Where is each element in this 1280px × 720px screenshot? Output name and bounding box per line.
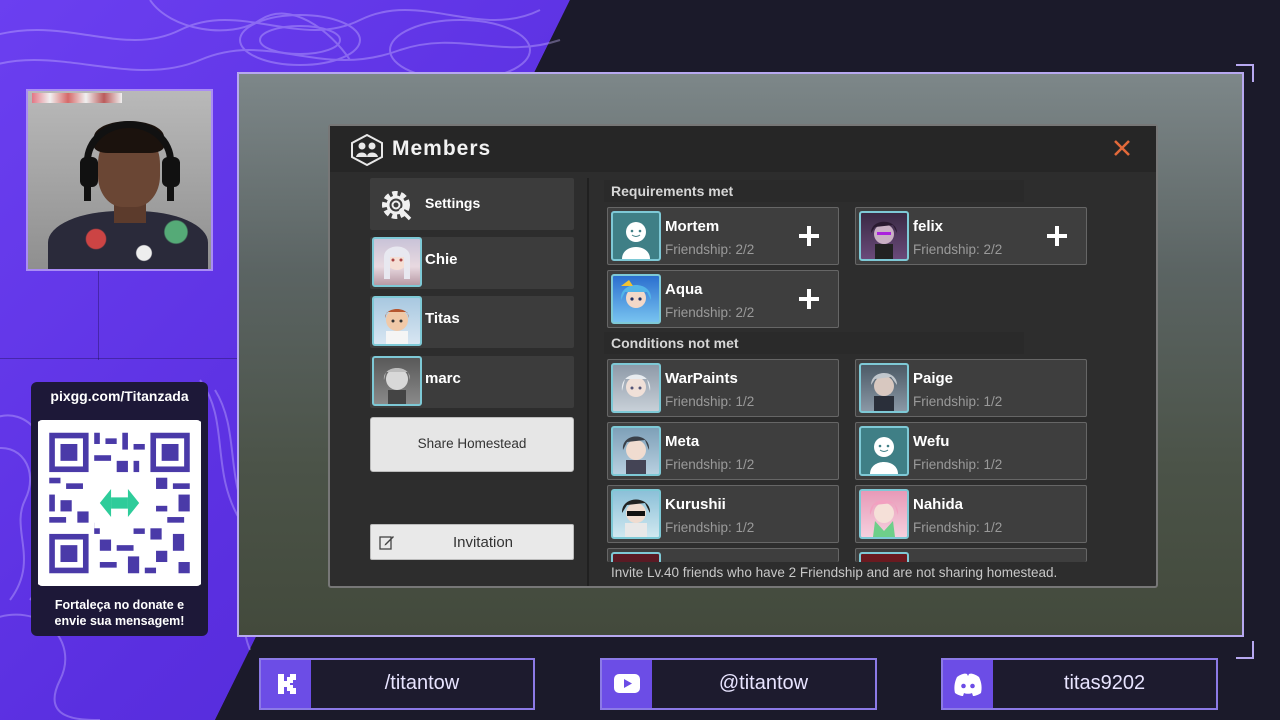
friendship-value: Friendship: 1/2: [665, 457, 755, 472]
friend-card-partial[interactable]: [855, 548, 1087, 562]
kick-handle: /titantow: [384, 672, 460, 694]
youtube-icon: [602, 660, 652, 708]
youtube-handle: @titantow: [718, 672, 809, 694]
kick-icon: [261, 660, 311, 708]
donation-qr-card: pixgg.com/Titanzada Fortaleça no donate …: [31, 382, 208, 636]
friendship-value: Friendship: 2/2: [665, 242, 755, 257]
friend-card-mortem[interactable]: Mortem Friendship: 2/2: [607, 207, 839, 265]
friend-card-paige[interactable]: Paige Friendship: 1/2: [855, 359, 1087, 417]
friendship-value: Friendship: 2/2: [665, 305, 755, 320]
friendship-value: Friendship: 1/2: [913, 394, 1003, 409]
sidebar-member-chie[interactable]: Chie: [370, 237, 574, 289]
friend-name: Paige: [913, 370, 954, 387]
friend-name: Mortem: [665, 218, 720, 235]
frame-corner: [1236, 641, 1254, 659]
friendship-value: Friendship: 1/2: [913, 457, 1003, 472]
grid-line: [0, 358, 240, 359]
avatar: [859, 552, 909, 562]
discord-handle: titas9202: [1063, 672, 1146, 694]
friend-card-partial[interactable]: [607, 548, 839, 562]
avatar: [611, 274, 661, 324]
friend-card-aqua[interactable]: Aqua Friendship: 2/2: [607, 270, 839, 328]
qr-code[interactable]: [38, 420, 201, 586]
grid-line: [98, 270, 99, 360]
avatar: [611, 489, 661, 539]
webcam-feed: [26, 89, 213, 271]
gear-icon: [382, 191, 412, 221]
avatar: [372, 356, 422, 406]
share-homestead-button[interactable]: Share Homestead: [370, 417, 574, 472]
settings-label: Settings: [425, 195, 481, 211]
friendship-value: Friendship: 1/2: [665, 394, 755, 409]
add-icon[interactable]: [797, 287, 821, 311]
friend-name: Meta: [665, 433, 700, 450]
qr-caption-line2: envie sua mensagem!: [54, 614, 185, 628]
discord-link[interactable]: titas9202: [941, 658, 1218, 710]
avatar: [611, 211, 661, 261]
friendship-value: Friendship: 1/2: [913, 520, 1003, 535]
settings-button[interactable]: Settings: [370, 178, 574, 230]
avatar: [859, 211, 909, 261]
friend-card-kurushii[interactable]: Kurushii Friendship: 1/2: [607, 485, 839, 543]
share-homestead-label: Share Homestead: [417, 436, 527, 451]
avatar: [859, 489, 909, 539]
invite-requirements-note: Invite Lv.40 friends who have 2 Friendsh…: [611, 565, 1058, 580]
avatar: [611, 426, 661, 476]
invitation-button[interactable]: Invitation: [370, 524, 574, 560]
sidebar-member-marc[interactable]: marc: [370, 356, 574, 408]
friendship-value: Friendship: 2/2: [913, 242, 1003, 257]
friend-card-wefu[interactable]: Wefu Friendship: 1/2: [855, 422, 1087, 480]
avatar: [859, 426, 909, 476]
member-name: Chie: [425, 251, 458, 268]
qr-url: pixgg.com/Titanzada: [50, 388, 189, 404]
friend-name: Nahida: [913, 496, 964, 513]
friend-card-felix[interactable]: felix Friendship: 2/2: [855, 207, 1087, 265]
column-divider: [587, 178, 589, 586]
friend-name: Wefu: [913, 433, 950, 450]
member-name: marc: [425, 370, 461, 387]
dialog-header: Members: [330, 126, 1156, 172]
avatar: [372, 237, 422, 287]
friend-card-nahida[interactable]: Nahida Friendship: 1/2: [855, 485, 1087, 543]
qr-caption: Fortaleça no donate e envie sua mensagem…: [31, 597, 208, 629]
discord-icon: [943, 660, 993, 708]
youtube-link[interactable]: @titantow: [600, 658, 877, 710]
conditions-not-met-heading: Conditions not met: [611, 335, 739, 351]
members-dialog: Members Settings Chie Titas marc Share H…: [328, 124, 1158, 588]
game-screen: Members Settings Chie Titas marc Share H…: [237, 72, 1244, 637]
sidebar-member-titas[interactable]: Titas: [370, 296, 574, 348]
avatar: [611, 363, 661, 413]
requirements-met-heading: Requirements met: [611, 183, 734, 199]
friend-name: Kurushii: [665, 496, 726, 513]
add-icon[interactable]: [797, 224, 821, 248]
avatar: [859, 363, 909, 413]
qr-code-icon: [38, 421, 201, 585]
invitation-label: Invitation: [452, 534, 514, 551]
friend-card-warpaints[interactable]: WarPaints Friendship: 1/2: [607, 359, 839, 417]
members-icon: [351, 134, 383, 166]
friend-name: WarPaints: [665, 370, 738, 387]
friend-card-meta[interactable]: Meta Friendship: 1/2: [607, 422, 839, 480]
close-icon[interactable]: [1112, 138, 1132, 158]
add-icon[interactable]: [1045, 224, 1069, 248]
kick-link[interactable]: /titantow: [259, 658, 535, 710]
friend-name: Aqua: [665, 281, 703, 298]
avatar: [372, 296, 422, 346]
friend-name: felix: [913, 218, 944, 235]
avatar: [611, 552, 661, 562]
dialog-title: Members: [392, 137, 492, 160]
member-name: Titas: [425, 310, 460, 327]
qr-caption-line1: Fortaleça no donate e: [54, 598, 185, 612]
friendship-value: Friendship: 1/2: [665, 520, 755, 535]
